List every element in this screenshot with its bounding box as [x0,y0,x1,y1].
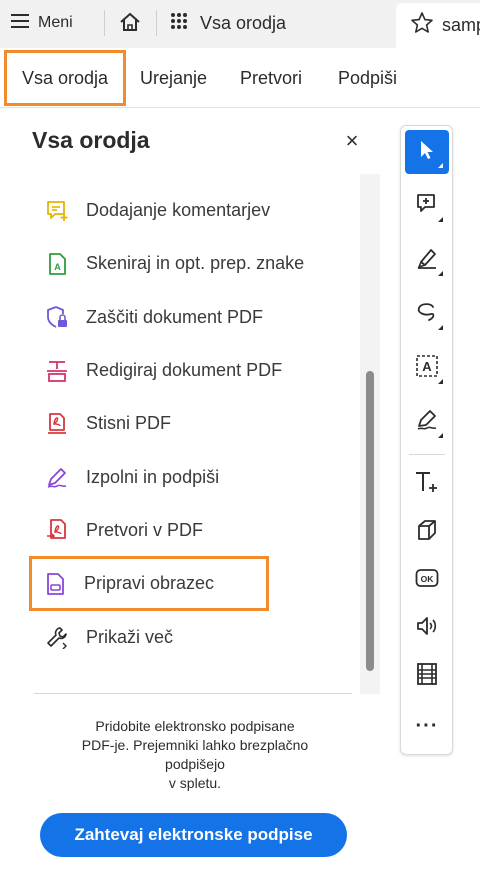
tab-sign[interactable]: Podpiši [338,48,397,108]
tool-label: Prikaži več [86,626,174,647]
tool-fill-sign[interactable]: Izpolni in podpiši [32,450,342,503]
quick-tools-toolbar: A OK ··· [400,125,453,755]
tab-label: Vsa orodja [21,67,109,88]
ok-button-icon: OK [415,568,439,593]
tab-label: Pretvori [240,67,303,88]
tool-convert-to-pdf[interactable]: Pretvori v PDF [32,504,342,557]
hamburger-icon [10,13,30,34]
video-icon [415,662,439,691]
home-button[interactable] [114,8,146,40]
panel-title: Vsa orodja [32,127,150,153]
toolbar-divider [104,10,105,36]
menu-button[interactable]: Meni [10,6,73,40]
add-text-icon [414,470,440,499]
tool-add-comments[interactable]: Dodajanje komentarjev [32,184,342,237]
draw-icon [415,300,439,329]
submenu-indicator [438,379,443,384]
panel-divider [34,693,352,694]
tab-label: Urejanje [140,67,208,88]
tool-redact-pdf[interactable]: Redigiraj dokument PDF [32,344,342,397]
select-icon [416,139,438,166]
3d-box-icon [415,518,439,547]
request-esignatures-button[interactable]: Zahtevaj elektronske podpise [40,813,347,857]
scrollbar-thumb[interactable] [366,371,374,671]
prepare-form-icon [42,571,68,597]
tool-show-more[interactable]: Prikaži več [32,610,342,663]
tool-label: Pretvori v PDF [86,519,204,540]
close-button[interactable]: × [340,128,364,153]
tool-compress-pdf[interactable]: Stisni PDF [32,397,342,450]
tool-label: Skeniraj in opt. prep. znake [86,253,305,274]
more-tools-button[interactable]: ··· [405,704,449,748]
all-tools-tab[interactable]: Vsa orodja [170,6,286,40]
fill-sign-icon [415,408,439,437]
submenu-indicator [438,271,443,276]
tool-label: Dodajanje komentarjev [86,200,271,221]
svg-text:OK: OK [421,574,435,584]
highlight-button[interactable] [405,238,449,282]
tool-label: Izpolni in podpiši [86,466,220,487]
tool-label: Pripravi obrazec [84,573,215,594]
text-select-icon: A [415,354,439,383]
promo-line: podpišejo [165,756,225,772]
submenu-indicator [438,325,443,330]
tab-edit[interactable]: Urejanje [140,48,207,108]
tab-all-tools[interactable]: Vsa orodja [4,50,126,106]
redact-icon [44,358,70,384]
tool-list: Dodajanje komentarjev A Skeniraj in opt.… [29,184,342,664]
highlight-icon [415,246,439,275]
3d-content-button[interactable] [405,510,449,554]
grid-icon [170,12,188,35]
promo-line: v spletu. [168,775,222,791]
submenu-indicator [438,433,443,438]
fill-sign-button[interactable] [405,400,449,444]
star-icon[interactable] [410,11,434,40]
wrench-icon [44,624,70,650]
toolbar-separator [409,454,445,455]
tool-label: Redigiraj dokument PDF [86,360,283,381]
tab-convert[interactable]: Pretvori [240,48,302,108]
add-video-button[interactable] [405,654,449,698]
protect-icon [44,304,70,330]
submenu-indicator [438,217,443,222]
compress-icon [44,411,70,437]
close-icon: × [345,128,359,153]
add-sound-button[interactable] [405,606,449,650]
convert-pdf-icon [44,517,70,543]
promo-line: Pridobite elektronsko podpisane [95,718,295,734]
more-icon: ··· [415,714,439,737]
top-bar: Meni Vsa orodja samp [0,0,480,48]
tool-prepare-form[interactable]: Pripravi obrazec [29,556,269,612]
submenu-indicator [438,163,443,168]
text-select-button[interactable]: A [405,346,449,390]
add-comment-button[interactable] [405,184,449,228]
promo-line: PDF-je. Prejemniki lahko brezplačno [81,737,309,753]
svg-text:A: A [422,359,432,374]
document-tab[interactable]: samp [396,3,480,48]
sound-icon [415,614,439,643]
tool-label: Zaščiti dokument PDF [86,306,264,327]
select-tool-button[interactable] [405,130,449,174]
add-text-button[interactable] [405,462,449,506]
fill-sign-icon [44,464,70,490]
tool-scan-ocr[interactable]: A Skeniraj in opt. prep. znake [32,237,342,290]
menu-label: Meni [38,14,73,31]
all-tools-label: Vsa orodja [200,12,287,33]
tab-label: Podpiši [338,67,398,88]
add-button-button[interactable]: OK [405,558,449,602]
scan-ocr-icon: A [44,251,70,277]
home-icon [119,11,141,38]
draw-button[interactable] [405,292,449,336]
add-comment-icon [415,192,439,221]
category-tabs: Vsa orodja Urejanje Pretvori Podpiši [0,48,480,108]
document-tab-label: samp [442,15,480,35]
comment-icon [44,198,70,224]
tool-label: Stisni PDF [86,413,172,434]
tool-protect-pdf[interactable]: Zaščiti dokument PDF [32,291,342,344]
toolbar-divider [156,10,157,36]
svg-text:A: A [54,262,61,272]
promo-text: Pridobite elektronsko podpisane PDF-je. … [60,717,330,793]
all-tools-panel: Vsa orodja × Dodajanje komentarjev A Ske… [0,109,390,892]
